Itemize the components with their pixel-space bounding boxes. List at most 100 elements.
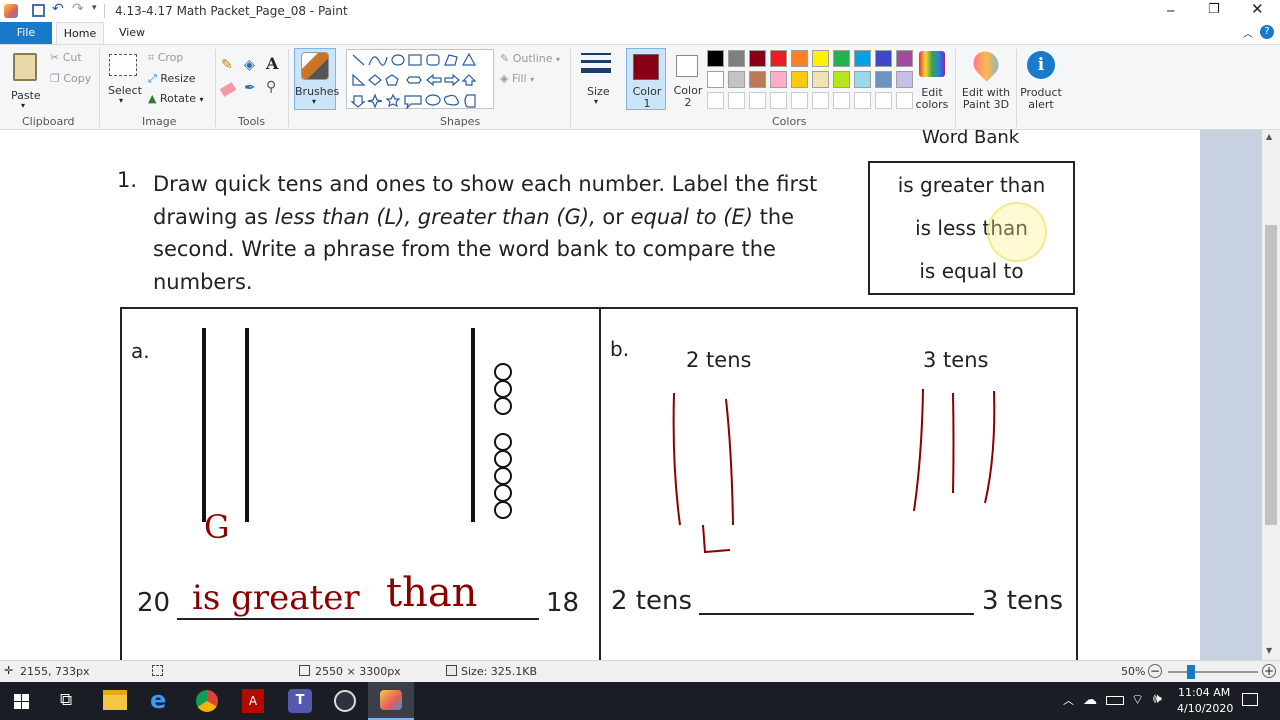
text-icon[interactable]: A	[266, 54, 278, 73]
palette-swatch[interactable]	[875, 71, 892, 88]
table-divider	[599, 309, 601, 669]
paint-app-icon[interactable]	[4, 4, 18, 18]
question-number: 1.	[117, 168, 138, 192]
palette-swatch[interactable]	[833, 50, 850, 67]
clock-date[interactable]: 4/10/2020	[1177, 702, 1233, 715]
battery-icon[interactable]	[1106, 696, 1124, 705]
palette-swatch[interactable]	[791, 71, 808, 88]
scroll-down-icon[interactable]: ▼	[1266, 646, 1272, 655]
edit-with-paint3d-button[interactable]: Edit with Paint 3D	[960, 46, 1012, 111]
fill-bucket-icon[interactable]: ◈	[244, 57, 255, 73]
chevron-up-icon[interactable]: ︿	[1243, 25, 1253, 40]
tab-view[interactable]: View	[112, 22, 152, 44]
color2-button[interactable]: Color 2	[668, 48, 708, 110]
shapes-gallery[interactable]	[346, 49, 494, 109]
app-icon[interactable]	[334, 690, 356, 712]
palette-swatch[interactable]	[728, 71, 745, 88]
cut-button[interactable]: ✂ Cut	[50, 51, 82, 64]
pencil-icon[interactable]: ✎	[221, 57, 233, 73]
resize-button[interactable]: ⤢ Resize	[148, 72, 196, 86]
select-button[interactable]: Select ▾	[106, 51, 142, 111]
zoom-slider-thumb[interactable]	[1187, 665, 1195, 679]
canvas-area: Word Bank is greater than is less than i…	[0, 127, 1262, 669]
brushes-button[interactable]: Brushes ▾	[294, 48, 339, 110]
teams-icon[interactable]: T	[288, 689, 312, 713]
palette-swatch-empty[interactable]	[833, 92, 850, 109]
notification-icon[interactable]	[1242, 693, 1258, 706]
info-icon: i	[1027, 51, 1055, 79]
volume-icon[interactable]: 🕪	[1153, 691, 1162, 707]
palette-swatch[interactable]	[833, 71, 850, 88]
save-icon[interactable]	[32, 4, 45, 17]
colors-group-label: Colors	[772, 115, 807, 128]
palette-swatch[interactable]	[728, 50, 745, 67]
onedrive-icon[interactable]: ☁	[1083, 692, 1097, 708]
undo-icon[interactable]: ↶	[52, 1, 64, 17]
redo-icon[interactable]: ↷	[72, 1, 84, 17]
palette-swatch[interactable]	[896, 50, 913, 67]
maximize-icon[interactable]: ❐	[1208, 2, 1220, 17]
windows-start-icon[interactable]	[14, 694, 29, 709]
palette-swatch[interactable]	[770, 71, 787, 88]
zoom-in-icon[interactable]: +	[1262, 664, 1276, 678]
chrome-icon[interactable]	[196, 690, 218, 712]
eraser-icon[interactable]	[219, 82, 237, 97]
palette-swatch-empty[interactable]	[896, 92, 913, 109]
document-page[interactable]: Word Bank is greater than is less than i…	[0, 127, 1200, 669]
paste-button[interactable]: Paste ▾	[8, 49, 42, 111]
color-picker-icon[interactable]: ✒	[244, 80, 256, 96]
clock-time[interactable]: 11:04 AM	[1178, 686, 1230, 699]
brush-icon	[301, 52, 329, 80]
palette-swatch[interactable]	[749, 71, 766, 88]
palette-swatch[interactable]	[854, 50, 871, 67]
palette-swatch[interactable]	[707, 50, 724, 67]
wifi-icon[interactable]: ⌔	[1131, 691, 1144, 709]
palette-swatch[interactable]	[770, 50, 787, 67]
crop-button[interactable]: ⌗ Crop	[148, 51, 183, 65]
palette-swatch-empty[interactable]	[707, 92, 724, 109]
tab-home[interactable]: Home	[56, 22, 104, 44]
zoom-slider[interactable]	[1168, 665, 1258, 679]
color1-button[interactable]: Color 1	[626, 48, 666, 110]
quick-access-dropdown-icon[interactable]: ▾	[92, 3, 97, 13]
zoom-out-icon[interactable]: −	[1148, 664, 1162, 678]
palette-swatch[interactable]	[896, 71, 913, 88]
help-icon[interactable]: ?	[1260, 25, 1274, 39]
vertical-scrollbar[interactable]: ▲ ▼	[1262, 130, 1280, 660]
edit-colors-button[interactable]: Edit colors	[914, 49, 950, 111]
acrobat-icon[interactable]: A	[242, 689, 264, 713]
palette-swatch-empty[interactable]	[812, 92, 829, 109]
palette-swatch-empty[interactable]	[854, 92, 871, 109]
palette-swatch[interactable]	[854, 71, 871, 88]
magnifier-icon[interactable]: ⚲	[266, 79, 276, 95]
scroll-thumb[interactable]	[1265, 225, 1277, 525]
palette-swatch[interactable]	[707, 71, 724, 88]
minimize-icon[interactable]: ─	[1167, 4, 1174, 18]
palette-swatch[interactable]	[749, 50, 766, 67]
paint-taskbar-button[interactable]	[368, 682, 414, 720]
palette-swatch-empty[interactable]	[791, 92, 808, 109]
task-view-icon[interactable]: ⧉	[60, 690, 72, 710]
file-menu[interactable]: File	[0, 22, 52, 44]
fill-button[interactable]: ◈ Fill ▾	[500, 72, 534, 85]
chevron-up-icon[interactable]: ︿	[1063, 692, 1074, 708]
palette-swatch[interactable]	[791, 50, 808, 67]
taskbar: ⧉ e A T ︿ ☁ ⌔ 🕪 11:04 AM 4/10/2020	[0, 682, 1280, 720]
product-alert-button[interactable]: i Product alert	[1020, 49, 1062, 111]
size-button[interactable]: Size ▾	[578, 49, 616, 111]
outline-button[interactable]: ✎ Outline ▾	[500, 52, 560, 65]
palette-swatch-empty[interactable]	[749, 92, 766, 109]
palette-swatch[interactable]	[812, 50, 829, 67]
rotate-button[interactable]: ▲ Rotate ▾	[148, 92, 204, 105]
file-explorer-icon[interactable]	[103, 690, 127, 710]
palette-swatch[interactable]	[875, 50, 892, 67]
palette-swatch-empty[interactable]	[728, 92, 745, 109]
palette-swatch-empty[interactable]	[770, 92, 787, 109]
copy-button[interactable]: ❐ Copy	[50, 72, 91, 85]
scroll-up-icon[interactable]: ▲	[1266, 132, 1272, 141]
edge-icon[interactable]: e	[150, 686, 166, 714]
menu-bar: File Home View ︿ ?	[0, 22, 1280, 44]
palette-swatch[interactable]	[812, 71, 829, 88]
close-icon[interactable]: ✕	[1251, 0, 1264, 18]
palette-swatch-empty[interactable]	[875, 92, 892, 109]
